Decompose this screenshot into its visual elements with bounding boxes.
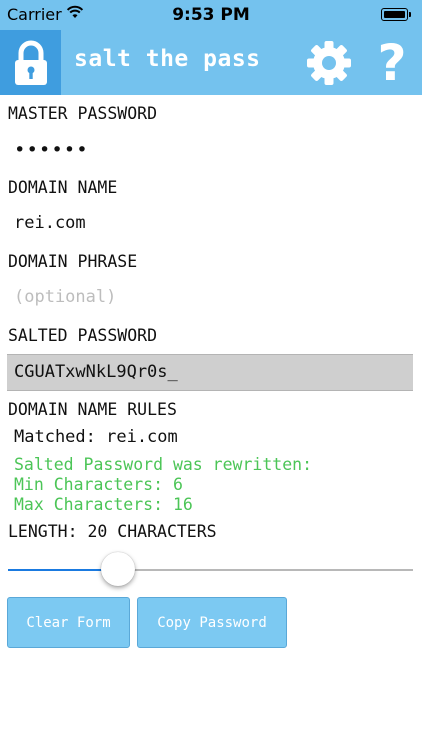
copy-password-button[interactable]: Copy Password — [137, 597, 287, 648]
clear-form-button[interactable]: Clear Form — [7, 597, 130, 648]
rules-max-text: Max Characters: 16 — [14, 495, 193, 514]
clock: 9:53 PM — [172, 5, 250, 25]
rules-rewritten-text: Salted Password was rewritten: — [14, 455, 313, 474]
app-title: salt the pass — [74, 46, 261, 72]
length-slider[interactable] — [8, 552, 413, 588]
help-icon[interactable]: ? — [372, 35, 412, 91]
slider-thumb[interactable] — [100, 552, 135, 586]
domain-name-rules-label: DOMAIN NAME RULES — [8, 400, 177, 419]
app-header: salt the pass ? — [0, 30, 422, 95]
battery-icon — [381, 8, 411, 21]
domain-phrase-label: DOMAIN PHRASE — [8, 252, 138, 271]
rules-matched-text: Matched: rei.com — [14, 427, 178, 447]
rules-min-text: Min Characters: 6 — [14, 475, 183, 494]
gear-icon[interactable] — [306, 40, 352, 86]
master-password-label: MASTER PASSWORD — [8, 104, 158, 123]
salted-password-value: CGUATxwNkL9Qr0s_ — [14, 362, 178, 382]
lock-icon — [0, 30, 61, 95]
salted-password-field[interactable]: CGUATxwNkL9Qr0s_ — [7, 354, 413, 391]
salted-password-label: SALTED PASSWORD — [8, 326, 158, 345]
master-password-field[interactable]: •••••• — [14, 139, 89, 161]
domain-name-label: DOMAIN NAME — [8, 178, 118, 197]
length-label: LENGTH: 20 CHARACTERS — [8, 522, 217, 541]
domain-name-field[interactable]: rei.com — [14, 213, 86, 233]
domain-phrase-field[interactable]: (optional) — [14, 287, 116, 307]
status-bar: Carrier 9:53 PM — [0, 0, 422, 30]
